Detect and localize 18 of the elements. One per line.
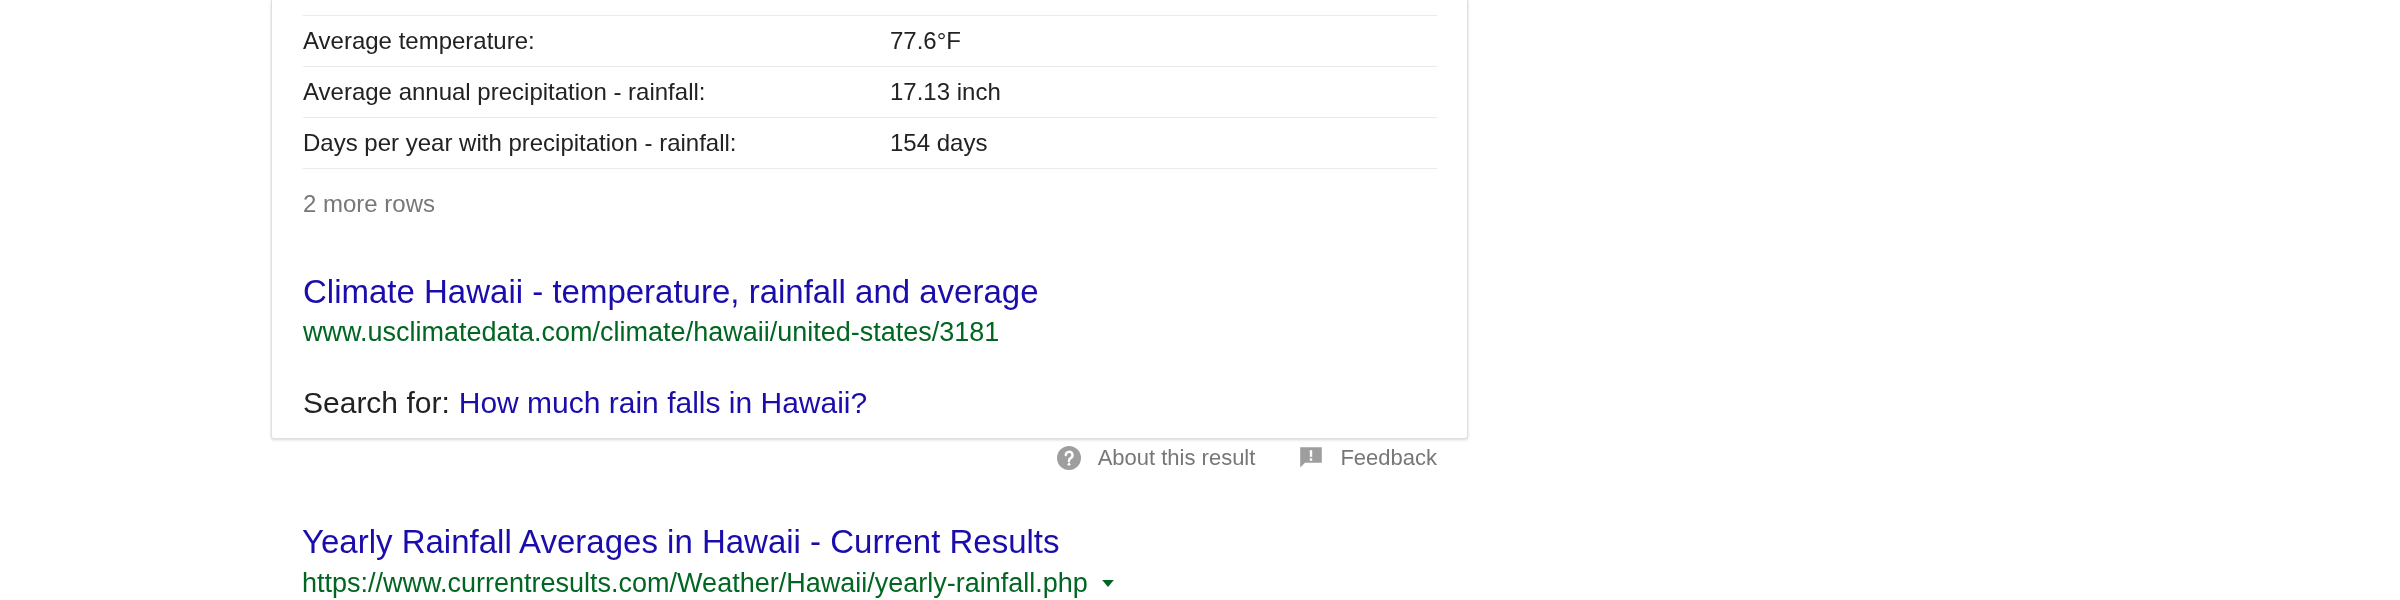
row-value: 154 days (890, 129, 988, 157)
footer-link[interactable]: Feedback (1340, 445, 1437, 471)
row-value: 77.6°F (890, 27, 961, 55)
search-query-link[interactable]: How much rain falls in Hawaii? (458, 385, 868, 421)
result-title-link[interactable]: Climate Hawaii - temperature, rainfall and average (303, 273, 1039, 310)
more-rows-link[interactable]: 2 more rows (303, 190, 436, 218)
row-label: Average temperature: (303, 27, 536, 55)
help-icon[interactable] (1056, 446, 1081, 470)
row-label: Average annual precipitation - rainfall: (303, 78, 707, 106)
result-url: https://www.currentresults.com/Weather/Hawaii/yearly-rainfall.php (302, 570, 1088, 596)
row-value: 17.13 inch (890, 78, 1001, 106)
feedback-icon[interactable] (1299, 446, 1324, 470)
result-title-link[interactable]: Yearly Rainfall Averages in Hawaii - Current Results (302, 523, 1060, 560)
row-label: Days per year with precipitation - rainfall: (303, 129, 738, 157)
search-for-label: Search for: (303, 385, 450, 421)
footer-link[interactable]: About this result (1097, 445, 1256, 471)
caret-icon[interactable] (1101, 579, 1114, 587)
result-url: www.usclimatedata.com/climate/hawaii/united-states/3181 (303, 318, 1000, 346)
